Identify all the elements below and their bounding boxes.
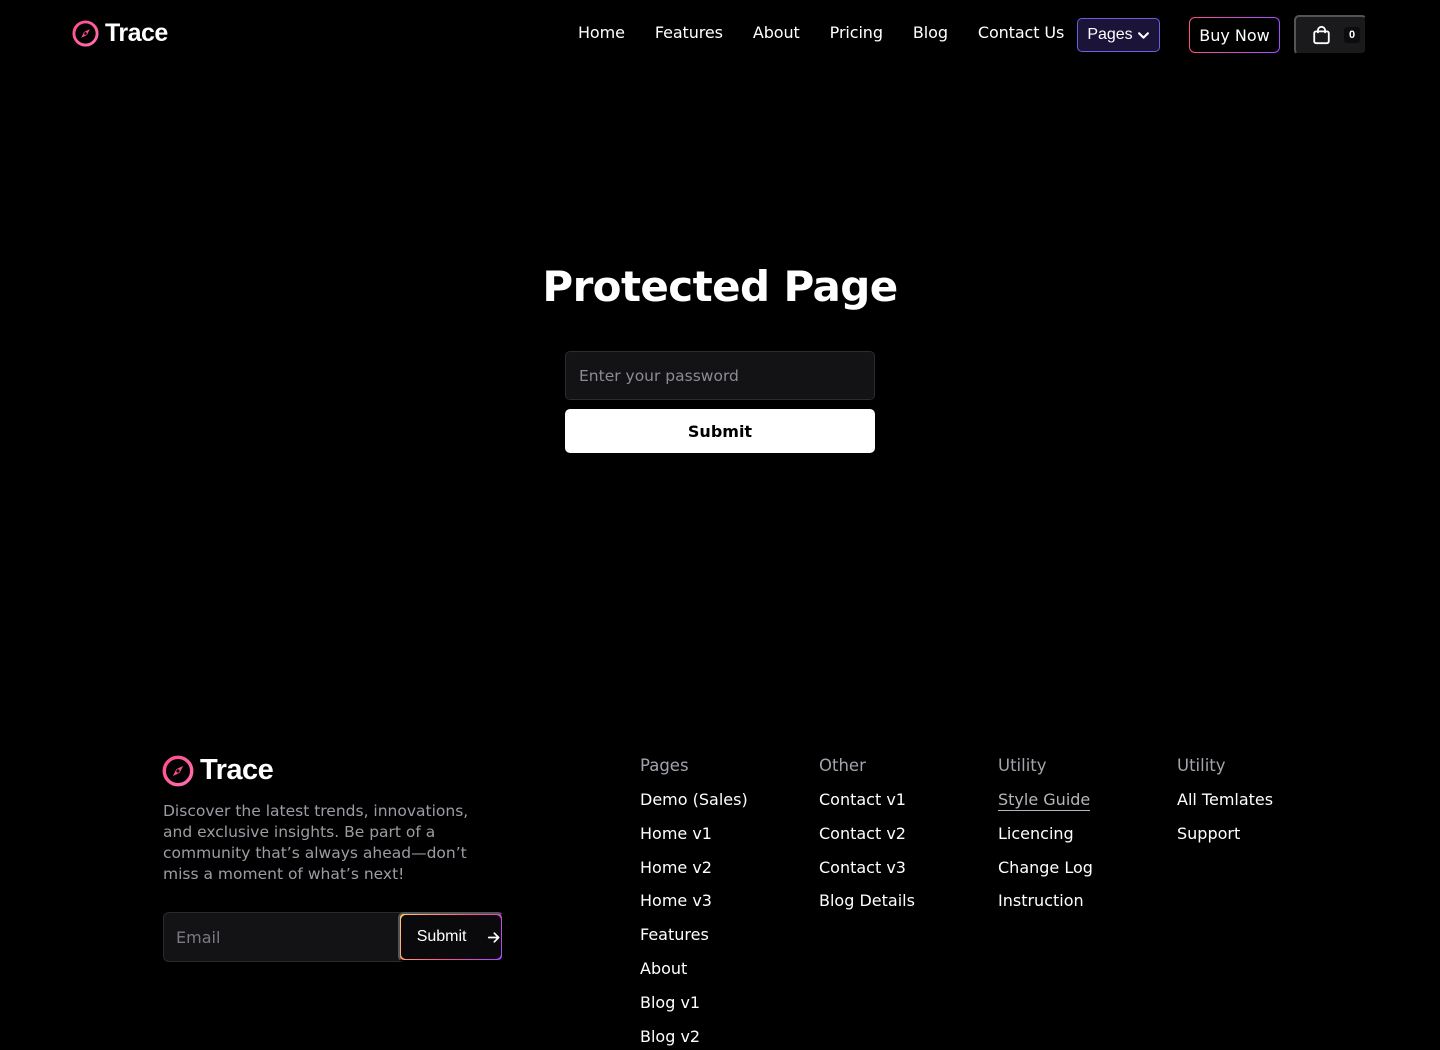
nav-link-home[interactable]: Home	[578, 23, 625, 42]
footer-link-blog-v1[interactable]: Blog v1	[640, 993, 700, 1012]
footer-column-pages: Pages Demo (Sales) Home v1 Home v2 Home …	[640, 755, 748, 1050]
brand-name: Trace	[105, 19, 168, 47]
cart-count-badge: 0	[1344, 27, 1361, 43]
footer-link-home-v1[interactable]: Home v1	[640, 824, 712, 843]
compass-icon	[162, 755, 194, 786]
nav-link-about[interactable]: About	[753, 23, 800, 42]
shopping-bag-icon	[1313, 25, 1330, 45]
footer-brand-logo[interactable]: Trace	[162, 754, 274, 787]
footer-column-title: Utility	[998, 756, 1047, 775]
brand-logo[interactable]: Trace	[72, 19, 168, 48]
footer-link-change-log[interactable]: Change Log	[998, 858, 1093, 877]
nav-link-contact[interactable]: Contact Us	[978, 23, 1064, 42]
footer-column-utility-2: Utility All Temlates Support	[1177, 755, 1273, 857]
footer-column-title: Utility	[1177, 756, 1226, 775]
cart-button[interactable]: 0	[1294, 15, 1367, 55]
newsletter-submit-label: Submit	[401, 915, 483, 959]
pages-dropdown-button[interactable]: Pages	[1077, 18, 1160, 52]
footer-description: Discover the latest trends, innovations,…	[163, 802, 469, 883]
nav-link-features[interactable]: Features	[655, 23, 723, 42]
footer-link-style-guide[interactable]: Style Guide	[998, 790, 1091, 811]
footer-link-demo-sales[interactable]: Demo (Sales)	[640, 790, 748, 809]
email-input[interactable]	[164, 913, 398, 961]
footer-column-other: Other Contact v1 Contact v2 Contact v3 B…	[819, 755, 915, 924]
footer-link-instruction[interactable]: Instruction	[998, 891, 1084, 910]
arrow-right-icon	[488, 931, 500, 943]
footer-column-title: Other	[819, 756, 866, 775]
footer-link-features[interactable]: Features	[640, 925, 709, 944]
footer-link-home-v3[interactable]: Home v3	[640, 891, 712, 910]
nav-links: Home Features About Pricing Blog Contact…	[578, 22, 1064, 44]
password-input[interactable]	[565, 351, 875, 400]
footer-link-licencing[interactable]: Licencing	[998, 824, 1074, 843]
footer-link-support[interactable]: Support	[1177, 824, 1240, 843]
navbar: Trace Home Features About Pricing Blog C…	[0, 0, 1440, 70]
footer-link-contact-v1[interactable]: Contact v1	[819, 790, 906, 809]
buy-now-button[interactable]: Buy Now	[1189, 17, 1280, 53]
footer-column-title: Pages	[640, 756, 689, 775]
nav-link-blog[interactable]: Blog	[913, 23, 948, 42]
page-title: Protected Page	[542, 262, 898, 311]
pages-dropdown-label: Pages	[1087, 26, 1133, 43]
footer-link-about[interactable]: About	[640, 959, 687, 978]
footer-column-utility: Utility Style Guide Licencing Change Log…	[998, 755, 1093, 924]
footer-brand-name: Trace	[200, 754, 274, 786]
footer-link-all-templates[interactable]: All Temlates	[1177, 790, 1273, 809]
password-submit-button[interactable]: Submit	[565, 409, 875, 453]
buy-now-label: Buy Now	[1190, 18, 1279, 52]
chevron-down-icon	[1137, 32, 1149, 39]
footer-link-blog-details[interactable]: Blog Details	[819, 891, 915, 910]
compass-icon	[72, 20, 99, 47]
footer-link-contact-v3[interactable]: Contact v3	[819, 858, 906, 877]
newsletter-form: Submit	[163, 912, 504, 962]
footer-link-blog-v2[interactable]: Blog v2	[640, 1027, 700, 1046]
footer-link-home-v2[interactable]: Home v2	[640, 858, 712, 877]
nav-link-pricing[interactable]: Pricing	[830, 23, 883, 42]
footer-link-contact-v2[interactable]: Contact v2	[819, 824, 906, 843]
newsletter-submit-button[interactable]: Submit	[398, 912, 504, 962]
